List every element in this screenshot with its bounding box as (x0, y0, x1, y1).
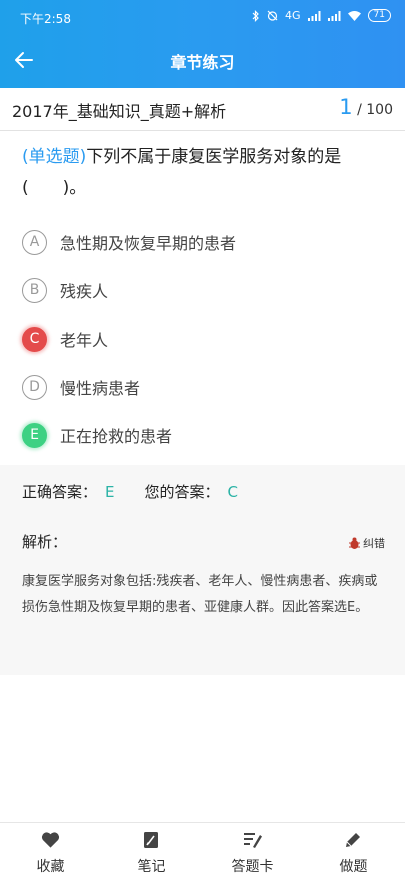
option-text: 急性期及恢复早期的患者 (60, 234, 237, 253)
correct-answer-label: 正确答案： (22, 483, 98, 501)
page-title: 章节练习 (170, 53, 235, 72)
option-letter: D (22, 374, 47, 400)
current-question: 1 (339, 95, 353, 119)
paper-bar: 2017年_基础知识_真题+解析 1 / 100 (0, 88, 405, 131)
status-time: 下午2:58 (20, 12, 71, 26)
option-text: 慢性病患者 (60, 379, 141, 398)
bug-icon (349, 537, 360, 549)
signal-icon-2 (327, 10, 341, 21)
pencil-icon (346, 833, 360, 847)
tab-label: 笔记 (137, 859, 166, 875)
signal-icon (307, 10, 321, 21)
total-questions: / 100 (357, 102, 393, 118)
status-bar: 下午2:58 4G 71 (0, 0, 405, 34)
note-icon (144, 832, 158, 848)
tab-label: 答题卡 (231, 859, 274, 875)
answer-row: 正确答案： E 您的答案： C (22, 481, 238, 502)
report-error-label: 纠错 (363, 537, 385, 550)
option-text: 残疾人 (60, 282, 109, 301)
explanation-text: 康复医学服务对象包括:残疾者、老年人、慢性病患者、疾病或损伤急性期及恢复早期的患… (22, 574, 378, 615)
option-text: 老年人 (60, 331, 109, 350)
tab-notes[interactable]: 笔记 (101, 823, 202, 879)
heart-icon (41, 832, 60, 848)
your-answer-value: C (227, 483, 238, 501)
answer-card-icon (244, 833, 262, 848)
battery-icon: 71 (367, 9, 391, 22)
option-letter: B (22, 277, 47, 303)
tab-answer-card[interactable]: 答题卡 (202, 823, 303, 879)
report-error-button[interactable]: 纠错 (348, 535, 385, 551)
bluetooth-icon (252, 9, 259, 22)
analysis-panel: 正确答案： E 您的答案： C 解析： 纠错 康复医学服务对象包括:残疾者、老年人、慢… (0, 465, 405, 675)
question-type: (单选题) (22, 147, 87, 167)
option-e[interactable]: E 正在抢救的患者 (22, 420, 172, 450)
option-b[interactable]: B 残疾人 (22, 275, 108, 305)
status-icons: 4G 71 (252, 9, 391, 22)
option-d[interactable]: D 慢性病患者 (22, 372, 140, 402)
question-counter[interactable]: 1 / 100 (339, 95, 393, 119)
alarm-off-icon (267, 10, 278, 21)
option-c[interactable]: C 老年人 (22, 324, 108, 354)
tab-practice[interactable]: 做题 (303, 823, 404, 879)
app-header: 下午2:58 4G 71 章节练习 (0, 0, 405, 88)
network-type: 4G (285, 9, 301, 22)
option-letter: E (22, 422, 47, 448)
correct-answer-value: E (105, 483, 115, 501)
tab-favorite[interactable]: 收藏 (0, 823, 101, 879)
your-answer-label: 您的答案： (144, 483, 220, 501)
paper-title: 2017年_基础知识_真题+解析 (12, 102, 227, 121)
bottom-tab-bar: 收藏 笔记 答题卡 做题 (0, 822, 405, 879)
tab-label: 收藏 (36, 859, 65, 875)
option-letter: C (22, 326, 47, 352)
tab-label: 做题 (339, 859, 368, 875)
wifi-icon (347, 10, 361, 21)
question-stem: (单选题)下列不属于康复医学服务对象的是( )。 (22, 142, 384, 204)
option-text: 正在抢救的患者 (60, 427, 173, 446)
explanation-label: 解析： (22, 533, 68, 551)
option-letter: A (22, 229, 47, 255)
option-a[interactable]: A 急性期及恢复早期的患者 (22, 227, 236, 257)
